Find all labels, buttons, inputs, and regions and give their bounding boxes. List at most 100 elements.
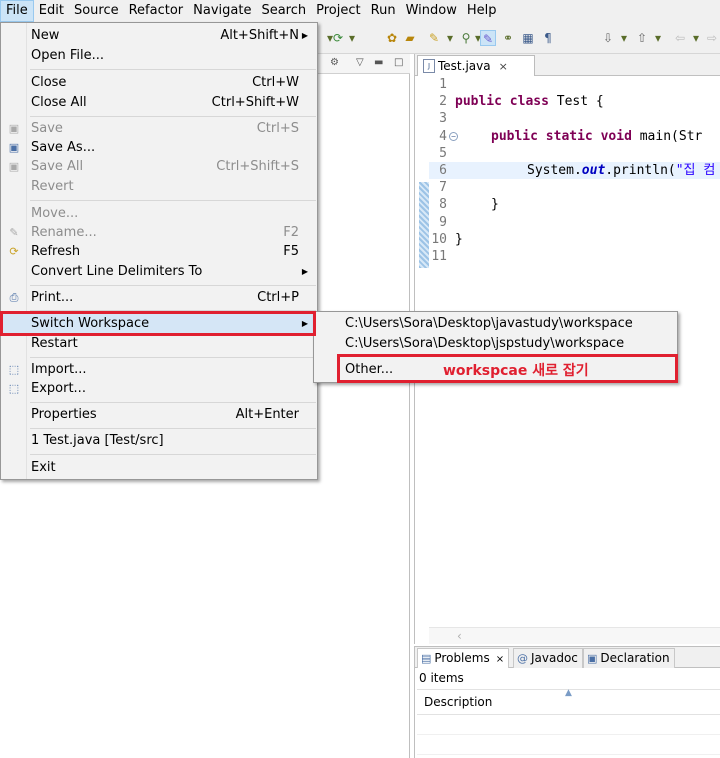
menu-item-exit[interactable]: Exit [2, 458, 317, 478]
menu-item-save-as[interactable]: ▣ Save As... [2, 138, 317, 158]
menu-run[interactable]: Run [366, 0, 401, 22]
annotation-label: workspcae 새로 잡기 [443, 363, 589, 379]
menu-item-close-all[interactable]: Close All Ctrl+Shift+W [2, 93, 317, 113]
menu-item-save-all[interactable]: ▣ Save All Ctrl+Shift+S [2, 157, 317, 177]
tab-problems[interactable]: ▤ Problems × [417, 648, 510, 668]
code-line: 4− public static void main(Str [439, 128, 703, 144]
menu-item-import[interactable]: ⬚ Import... [2, 360, 317, 380]
menu-item-open-file[interactable]: Open File... [2, 46, 317, 66]
fold-toggle-icon[interactable]: − [449, 131, 458, 141]
show-whitespace-icon[interactable]: ¶ [540, 30, 556, 46]
next-annotation-icon[interactable]: ⇩ [600, 30, 616, 46]
menu-refactor[interactable]: Refactor [124, 0, 189, 22]
menu-project[interactable]: Project [311, 0, 365, 22]
menu-separator [30, 402, 316, 403]
sort-indicator-icon: ▲ [565, 688, 572, 698]
menu-item-print[interactable]: ⎙ Print... Ctrl+P [2, 288, 317, 308]
chevron-down-icon[interactable]: ▾ [616, 30, 632, 46]
menu-item-refresh[interactable]: ⟳ Refresh F5 [2, 242, 317, 262]
menu-item-save[interactable]: ▣ Save Ctrl+S [2, 119, 317, 139]
menu-item-properties[interactable]: Properties Alt+Enter [2, 405, 317, 425]
export-icon: ⬚ [8, 382, 20, 395]
block-selection-icon[interactable]: ▦ [520, 30, 536, 46]
code-line: 11 [431, 248, 447, 264]
menu-item-close[interactable]: Close Ctrl+W [2, 73, 317, 93]
import-icon: ⬚ [8, 363, 20, 376]
menu-window[interactable]: Window [401, 0, 462, 22]
maximize-icon[interactable]: □ [394, 57, 403, 68]
menu-item-revert[interactable]: Revert [2, 177, 317, 197]
pen-icon[interactable]: ✎ [426, 30, 442, 46]
view-menu-icon[interactable]: ⚙ [330, 57, 339, 68]
menu-help[interactable]: Help [462, 0, 502, 22]
toggle-icon[interactable]: ⚭ [500, 30, 516, 46]
code-lines[interactable]: 1 2 public class Test { 3 4− public static… [429, 76, 720, 265]
menu-item-workspace-javastudy[interactable]: C:\Users\Sora\Desktop\javastudy\workspac… [315, 314, 676, 334]
editor-tab-bar: J Test.java × [415, 54, 720, 76]
submenu-arrow-icon: ▶ [301, 31, 308, 40]
tab-declaration[interactable]: ▣ Declaration [583, 648, 675, 668]
menu-item-export[interactable]: ⬚ Export... [2, 379, 317, 399]
menu-navigate[interactable]: Navigate [188, 0, 256, 22]
code-line: 8} [439, 197, 499, 213]
at-icon: @ [517, 652, 528, 665]
menu-item-recent-file[interactable]: 1 Test.java [Test/src] [2, 431, 317, 451]
menu-item-rename[interactable]: ✎ Rename... F2 [2, 223, 317, 243]
declaration-icon: ▣ [587, 652, 598, 665]
forward-icon[interactable]: ⇨ [704, 30, 720, 46]
previous-annotation-icon[interactable]: ⇧ [634, 30, 650, 46]
menu-search[interactable]: Search [256, 0, 311, 22]
code-line: 2 public class Test { [439, 94, 604, 110]
annotation-box-switch-workspace [0, 311, 316, 336]
menu-edit[interactable]: Edit [34, 0, 69, 22]
printer-icon: ⎙ [9, 291, 19, 304]
menu-separator [30, 428, 316, 429]
menu-separator [30, 116, 316, 117]
problems-table-header: ▲ Description [417, 688, 720, 715]
menu-item-new[interactable]: New Alt+Shift+N ▶ [2, 26, 317, 46]
close-icon[interactable]: × [499, 60, 508, 73]
save-icon: ▣ [8, 122, 20, 135]
view-toolbar: ⚙ ▽ ▬ □ [318, 54, 410, 74]
menu-file[interactable]: File [0, 0, 34, 22]
submenu-arrow-icon: ▶ [301, 267, 308, 276]
menu-separator [30, 357, 316, 358]
menu-item-restart[interactable]: Restart [2, 334, 317, 354]
menu-item-convert-line-delimiters[interactable]: Convert Line Delimiters To ▶ [2, 262, 317, 282]
menu-item-workspace-jspstudy[interactable]: C:\Users\Sora\Desktop\jspstudy\workspace [315, 334, 676, 354]
change-marker [419, 182, 429, 268]
code-line: 7 [439, 180, 447, 196]
code-line: 5 [439, 145, 447, 161]
chevron-down-icon[interactable]: ▽ [356, 57, 364, 68]
chevron-down-icon[interactable]: ▾ [688, 30, 704, 46]
code-line-current: 6 System.out.println("집 컴 [429, 161, 720, 180]
file-menu-dropdown: New Alt+Shift+N ▶ Open File... Close Ctrl+W… [0, 22, 318, 480]
tab-label: Test.java [438, 59, 491, 73]
refresh-icon: ⟳ [9, 245, 19, 258]
menu-bar: File Edit Source Refactor Navigate Searc… [0, 0, 720, 22]
rename-icon: ✎ [9, 226, 19, 239]
code-line: 1 [439, 77, 447, 92]
open-folder-icon[interactable]: ▰ [402, 30, 418, 46]
tab-test-java[interactable]: J Test.java × [417, 55, 535, 76]
menu-source[interactable]: Source [69, 0, 124, 22]
back-icon[interactable]: ⇦ [672, 30, 688, 46]
column-header-description[interactable]: Description [424, 695, 492, 709]
save-as-icon: ▣ [8, 141, 20, 154]
open-type-icon[interactable]: ✿ [384, 30, 400, 46]
horizontal-scrollbar[interactable]: ‹ [429, 627, 720, 644]
table-row [417, 715, 720, 735]
tab-javadoc[interactable]: @ Javadoc [513, 648, 583, 668]
chevron-down-icon[interactable]: ▾ [442, 30, 458, 46]
close-icon[interactable]: × [496, 654, 504, 665]
problems-item-count: 0 items [419, 671, 464, 685]
problems-icon: ▤ [421, 652, 432, 665]
save-all-icon: ▣ [8, 160, 20, 173]
menu-separator [30, 285, 316, 286]
chevron-down-icon[interactable]: ▾ [344, 30, 360, 46]
java-file-icon: J [423, 59, 435, 73]
minimize-icon[interactable]: ▬ [374, 57, 383, 68]
mark-occurrences-icon[interactable]: ✎ [480, 30, 496, 46]
chevron-down-icon[interactable]: ▾ [650, 30, 666, 46]
menu-item-move[interactable]: Move... [2, 204, 317, 224]
